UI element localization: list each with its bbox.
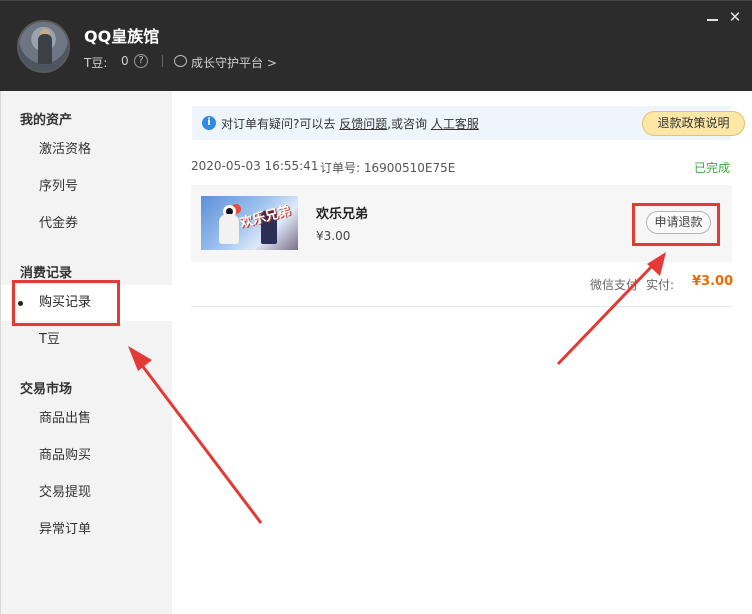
sidebar-item-label: 异常订单 [39, 522, 92, 537]
section-my-assets: 我的资产 [20, 113, 73, 128]
info-icon: i [202, 116, 216, 130]
feedback-link[interactable]: 反馈问题 [339, 117, 387, 131]
sidebar-item-label: 商品出售 [39, 411, 92, 426]
item-price: ¥3.00 [316, 229, 351, 243]
sidebar-item-voucher[interactable]: 代金券 [1, 206, 173, 242]
growth-guard-link[interactable]: 成长守护平台 > [191, 54, 277, 71]
sidebar-item-label: 交易提现 [39, 485, 92, 500]
chat-bubble-icon [174, 55, 187, 67]
sidebar-item-label: 商品购买 [39, 448, 92, 463]
sidebar-item-label: 序列号 [39, 179, 79, 194]
sidebar-item-buy[interactable]: 商品购买 [1, 438, 173, 474]
sidebar-item-withdraw[interactable]: 交易提现 [1, 475, 173, 511]
minimize-icon[interactable] [705, 9, 721, 25]
thumb-panda-body [219, 214, 239, 244]
paid-label: 实付: [646, 278, 675, 292]
main-panel: i 对订单有疑问?可以去 反馈问题,或咨询 人工客服 退款政策说明 2020-0… [172, 91, 752, 614]
notice-text-before: 对订单有疑问?可以去 [221, 117, 336, 131]
avatar[interactable] [17, 20, 70, 73]
order-date: 2020-05-03 16:55:41 [191, 159, 319, 173]
highlight-refund-button [632, 203, 720, 246]
paid-amount: ¥3.00 [692, 274, 734, 289]
divider [191, 306, 732, 307]
notice-text: 对订单有疑问?可以去 反馈问题,或咨询 人工客服 [221, 115, 479, 132]
tdou-label: T豆: [84, 56, 108, 70]
notice-bar: i 对订单有疑问?可以去 反馈问题,或咨询 人工客服 退款政策说明 [192, 106, 745, 140]
refund-policy-button[interactable]: 退款政策说明 [642, 111, 745, 136]
item-name: 欢乐兄弟 [316, 207, 369, 222]
tdou-value: 0 [121, 54, 129, 68]
sidebar-item-abnormal-orders[interactable]: 异常订单 [1, 512, 173, 548]
sidebar-item-sell[interactable]: 商品出售 [1, 401, 173, 437]
sidebar-item-label: 激活资格 [39, 142, 92, 157]
notice-text-middle: ,或咨询 [387, 117, 428, 131]
game-thumbnail[interactable]: 欢乐兄弟 [201, 196, 298, 250]
app-title: QQ皇族馆 [84, 27, 160, 46]
highlight-purchase-records [12, 280, 120, 326]
sidebar-item-tdou[interactable]: T豆 [1, 322, 173, 358]
close-icon[interactable]: ✕ [727, 9, 743, 25]
payment-method: 微信支付 [590, 278, 639, 292]
order-number: 订单号: 16900510E75E [320, 161, 456, 175]
sidebar-item-label: 代金券 [39, 216, 79, 231]
order-status: 已完成 [694, 161, 731, 175]
sidebar-item-serial[interactable]: 序列号 [1, 169, 173, 205]
sidebar: 我的资产 激活资格 序列号 代金券 消费记录 购买记录 T豆 交易市场 商品出售… [0, 91, 173, 614]
help-icon[interactable]: ? [134, 54, 148, 68]
section-consumption: 消费记录 [20, 266, 73, 281]
avatar-figure-body [38, 34, 52, 64]
title-bar: QQ皇族馆 T豆: 0 ? 成长守护平台 > ✕ [0, 0, 752, 91]
sidebar-item-label: T豆 [39, 332, 60, 347]
sidebar-item-activation[interactable]: 激活资格 [1, 132, 173, 168]
section-market: 交易市场 [20, 382, 73, 397]
header-divider [162, 55, 163, 67]
customer-service-link[interactable]: 人工客服 [431, 117, 479, 131]
